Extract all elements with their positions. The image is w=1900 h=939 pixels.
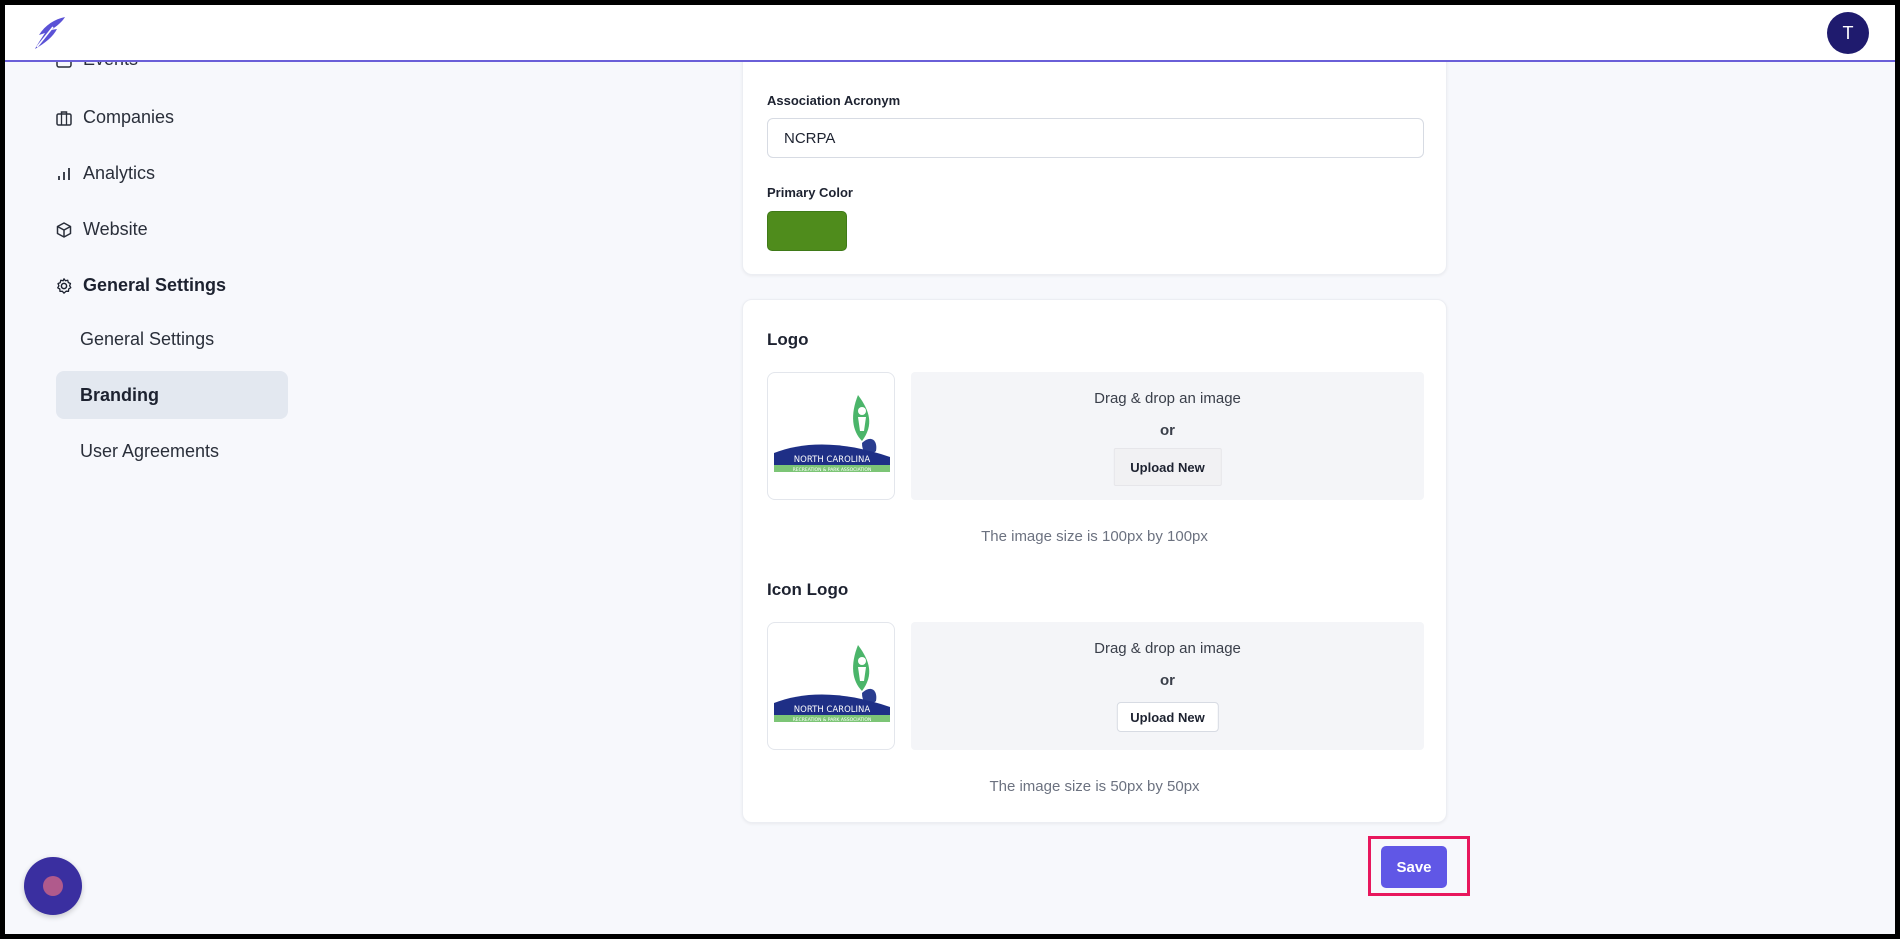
sidebar-item-label: Companies: [83, 107, 175, 127]
user-avatar[interactable]: T: [1827, 12, 1869, 54]
bar-chart-icon: [58, 167, 70, 180]
logo-text-main: NORTH CAROLINA: [794, 455, 871, 465]
app-frame: Events Companies Analytics Website Gener…: [5, 5, 1895, 934]
sidebar-item-analytics[interactable]: Analytics: [55, 163, 155, 184]
sidebar-subitem-branding[interactable]: Branding: [56, 371, 288, 419]
gear-icon: [57, 277, 72, 294]
sidebar-subitem-general-settings[interactable]: General Settings: [56, 315, 288, 363]
logo-or-text: or: [1160, 422, 1175, 439]
logo-preview: NORTH CAROLINA RECREATION & PARK ASSOCIA…: [767, 372, 895, 500]
acronym-input[interactable]: NCRPA: [767, 118, 1424, 158]
acronym-value: NCRPA: [784, 129, 836, 147]
icon-logo-dropzone[interactable]: Drag & drop an image or Upload New: [911, 622, 1424, 750]
icon-logo-preview: NORTH CAROLINA RECREATION & PARK ASSOCIA…: [767, 622, 895, 750]
icon-logo-or-text: or: [1160, 672, 1175, 689]
sidebar-item-website[interactable]: Website: [55, 219, 148, 240]
briefcase-icon: [56, 110, 72, 126]
icon-logo-text-main: NORTH CAROLINA: [794, 705, 871, 715]
sidebar: Events Companies Analytics Website Gener…: [5, 5, 305, 934]
sidebar-item-general-settings[interactable]: General Settings: [55, 275, 226, 296]
save-button[interactable]: Save: [1381, 846, 1447, 888]
logo-section-title: Logo: [767, 330, 809, 349]
logo-upload-button[interactable]: Upload New: [1113, 448, 1222, 486]
icon-logo-section-title: Icon Logo: [767, 580, 849, 599]
logo-dropzone[interactable]: Drag & drop an image or Upload New: [911, 372, 1424, 500]
chat-launcher-button[interactable]: [24, 857, 82, 915]
icon-logo-text-sub: RECREATION & PARK ASSOCIATION: [793, 717, 872, 723]
sidebar-item-companies[interactable]: Companies: [55, 107, 174, 128]
icon-logo-drop-text: Drag & drop an image: [1094, 640, 1241, 657]
logos-card: Logo NORTH CAROLINA RECREATION & PARK AS…: [742, 299, 1447, 823]
acronym-label: Association Acronym: [767, 93, 901, 108]
ncrpa-logo-image: NORTH CAROLINA RECREATION & PARK ASSOCIA…: [774, 395, 890, 473]
icon-logo-upload-button[interactable]: Upload New: [1116, 702, 1219, 732]
icon-logo-size-hint: The image size is 50px by 50px: [989, 778, 1200, 795]
logo-drop-text: Drag & drop an image: [1094, 390, 1241, 407]
logo-size-hint: The image size is 100px by 100px: [981, 528, 1208, 545]
brand-feather-icon[interactable]: [31, 15, 69, 51]
sidebar-item-label: Analytics: [83, 163, 156, 183]
primary-color-label: Primary Color: [767, 185, 853, 200]
cube-icon: [56, 221, 72, 238]
top-bar: T: [5, 5, 1895, 62]
primary-color-swatch[interactable]: [767, 211, 847, 251]
chat-icon: [43, 876, 63, 896]
logo-text-sub: RECREATION & PARK ASSOCIATION: [793, 467, 872, 473]
ncrpa-icon-logo-image: NORTH CAROLINA RECREATION & PARK ASSOCIA…: [774, 645, 890, 723]
sidebar-subitem-user-agreements[interactable]: User Agreements: [56, 427, 288, 475]
sidebar-item-label: Website: [83, 219, 148, 239]
sidebar-item-label: General Settings: [83, 275, 227, 295]
